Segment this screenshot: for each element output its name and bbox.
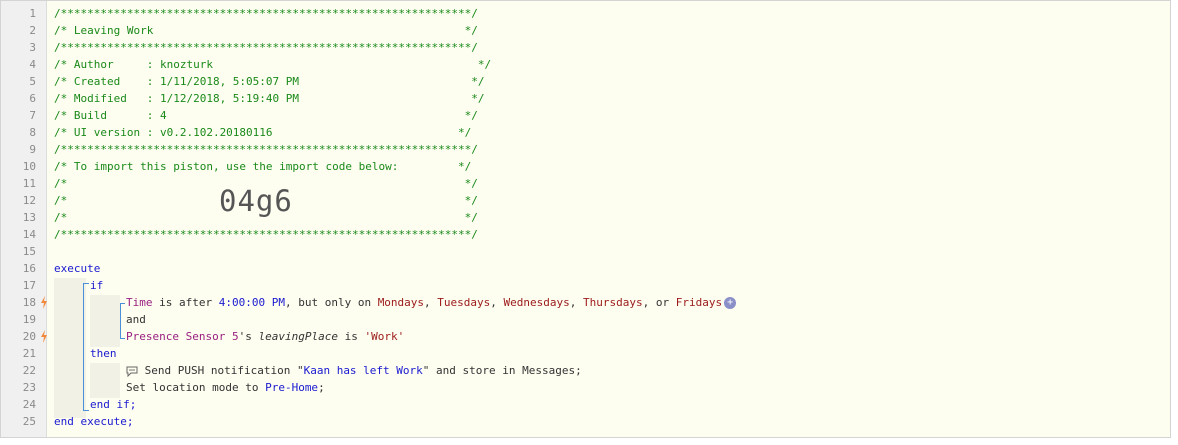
possessive-text: 's bbox=[238, 330, 259, 343]
header-border: /***************************************… bbox=[54, 7, 478, 20]
set-mode-statement[interactable]: Set location mode to Pre-Home; bbox=[126, 379, 325, 396]
line-number: 20 bbox=[22, 330, 36, 343]
end-execute-keyword[interactable]: end execute; bbox=[54, 413, 133, 430]
attribute-name[interactable]: leavingPlace bbox=[258, 330, 337, 343]
build-comment: /* Build : 4 */ bbox=[54, 109, 478, 122]
line-number: 21 bbox=[22, 347, 36, 360]
add-condition-icon[interactable]: + bbox=[724, 297, 737, 309]
line-number: 11 bbox=[22, 177, 36, 190]
author-comment: /* Author : knozturk */ bbox=[54, 58, 492, 71]
code-editor[interactable]: 1 2 3 4 5 6 7 8 9 10 11 12 13 14 15 16 1… bbox=[0, 0, 1171, 438]
header-border: /***************************************… bbox=[54, 41, 478, 54]
if-keyword[interactable]: if bbox=[90, 277, 103, 294]
separator: , or bbox=[642, 296, 676, 309]
time-variable[interactable]: Time bbox=[126, 296, 153, 309]
line-number: 2 bbox=[29, 24, 36, 37]
and-operator[interactable]: and bbox=[126, 311, 146, 328]
line-number: 15 bbox=[22, 245, 36, 258]
line-number: 7 bbox=[29, 109, 36, 122]
import-code[interactable]: 04g6 bbox=[219, 184, 293, 218]
day-value[interactable]: Mondays bbox=[378, 296, 424, 309]
send-push-text: Send PUSH notification " bbox=[138, 364, 304, 377]
lightning-bolt-icon bbox=[41, 296, 47, 309]
separator: , bbox=[424, 296, 438, 309]
mode-value[interactable]: Pre-Home bbox=[265, 381, 318, 394]
line-number: 9 bbox=[29, 143, 36, 156]
line-number: 12 bbox=[22, 194, 36, 207]
comparison-text: is after bbox=[152, 296, 219, 309]
line-number: 8 bbox=[29, 126, 36, 139]
store-in-text: " and store in Messages; bbox=[422, 364, 582, 377]
line-number: 17 bbox=[22, 279, 36, 292]
modified-comment: /* Modified : 1/12/2018, 5:19:40 PM */ bbox=[54, 92, 485, 105]
line-number: 22 bbox=[22, 364, 36, 377]
header-border: /***************************************… bbox=[54, 143, 478, 156]
set-mode-text: Set location mode to bbox=[126, 381, 266, 394]
line-number: 13 bbox=[22, 211, 36, 224]
line-number: 19 bbox=[22, 313, 36, 326]
line-number: 10 bbox=[22, 160, 36, 173]
line-number: 16 bbox=[22, 262, 36, 275]
day-value[interactable]: Thursdays bbox=[583, 296, 643, 309]
separator: , bbox=[569, 296, 584, 309]
send-push-statement[interactable]: Send PUSH notification "Kaan has left Wo… bbox=[126, 362, 582, 379]
line-number: 3 bbox=[29, 41, 36, 54]
header-border: /***************************************… bbox=[54, 228, 478, 241]
comparison-text: is bbox=[337, 330, 365, 343]
line-number: 6 bbox=[29, 92, 36, 105]
end-if-keyword[interactable]: end if; bbox=[90, 396, 136, 413]
lightning-bolt-icon bbox=[41, 330, 47, 343]
notification-message[interactable]: Kaan has left Work bbox=[304, 364, 423, 377]
line-number: 25 bbox=[22, 415, 36, 428]
ui-version-comment: /* UI version : v0.2.102.20180116 */ bbox=[54, 126, 472, 139]
presence-condition[interactable]: Presence Sensor 5's leavingPlace is 'Wor… bbox=[126, 328, 404, 345]
created-comment: /* Created : 1/11/2018, 5:05:07 PM */ bbox=[54, 75, 485, 88]
time-value[interactable]: 4:00:00 PM bbox=[219, 296, 285, 309]
piston-title-comment: /* Leaving Work */ bbox=[54, 24, 478, 37]
line-number: 24 bbox=[22, 398, 36, 411]
line-number: 4 bbox=[29, 58, 36, 71]
line-number: 14 bbox=[22, 228, 36, 241]
separator: , bbox=[490, 296, 504, 309]
day-value[interactable]: Wednesdays bbox=[504, 296, 570, 309]
import-note-comment: /* To import this piston, use the import… bbox=[54, 160, 472, 173]
execute-keyword[interactable]: execute bbox=[54, 260, 100, 277]
day-value[interactable]: Fridays bbox=[676, 296, 722, 309]
speech-bubble-icon bbox=[126, 366, 138, 377]
device-name[interactable]: Presence Sensor 5 bbox=[126, 330, 239, 343]
time-condition[interactable]: Time is after 4:00:00 PM, but only on Mo… bbox=[126, 294, 737, 311]
semicolon: ; bbox=[318, 381, 325, 394]
restriction-text: , but only on bbox=[284, 296, 378, 309]
line-number: 18 bbox=[22, 296, 36, 309]
day-value[interactable]: Tuesdays bbox=[437, 296, 490, 309]
line-number: 23 bbox=[22, 381, 36, 394]
line-number: 1 bbox=[29, 7, 36, 20]
place-value[interactable]: 'Work' bbox=[364, 330, 404, 343]
then-keyword[interactable]: then bbox=[90, 345, 117, 362]
line-number: 5 bbox=[29, 75, 36, 88]
